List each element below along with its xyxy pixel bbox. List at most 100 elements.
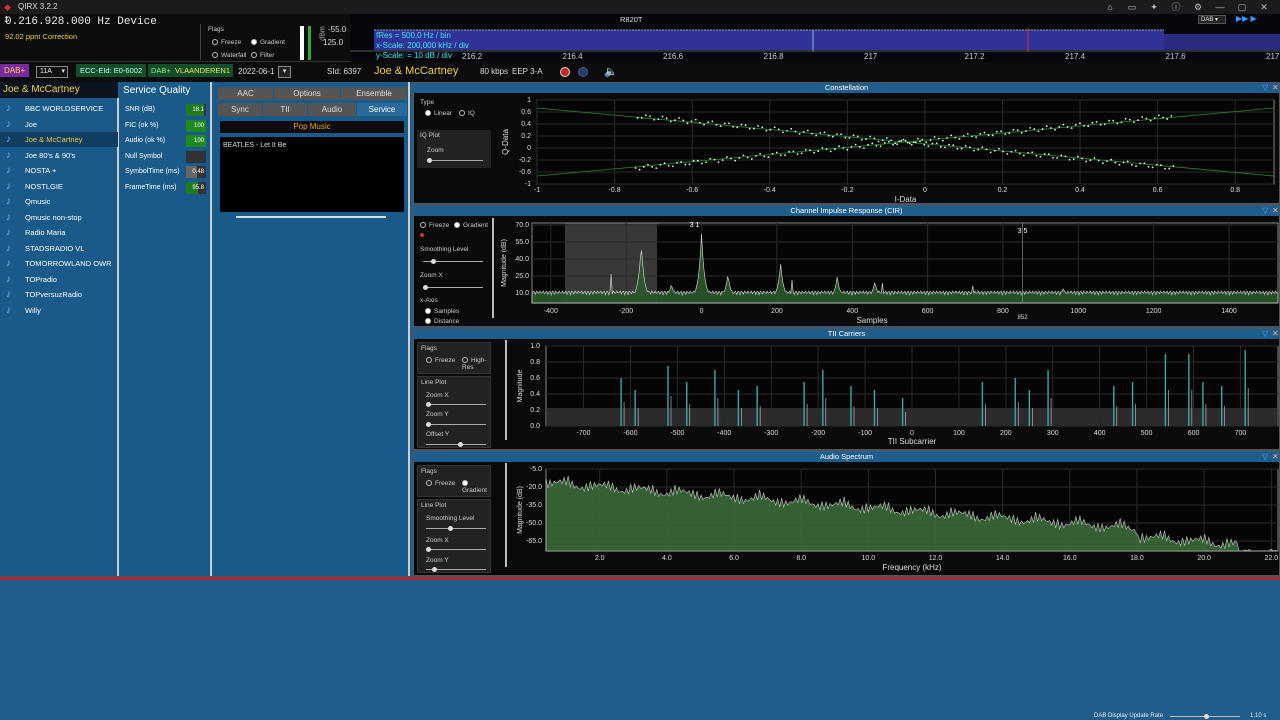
iq-point: [941, 139, 944, 142]
settings-gear-icon[interactable]: ⚙: [1192, 2, 1204, 12]
close-panel-icon[interactable]: ✕: [1272, 329, 1280, 339]
date-dropdown[interactable]: ▾: [278, 66, 291, 78]
iq-point: [1141, 116, 1144, 118]
zoom-y-slider[interactable]: [426, 422, 486, 427]
service-item[interactable]: ♪ TOPversuzRadio: [0, 287, 118, 302]
waterfall-option[interactable]: Waterfall: [212, 52, 246, 59]
iq-point: [707, 121, 710, 124]
iq-point: [1074, 123, 1077, 126]
update-rate-slider[interactable]: [1170, 714, 1240, 719]
y-tick: -20.0: [526, 484, 542, 491]
collapse-icon[interactable]: ▽: [1262, 206, 1270, 216]
service-item[interactable]: ♪ Joe 80's & 90's: [0, 148, 118, 163]
tab-aac[interactable]: AAC: [218, 87, 273, 100]
service-label: Joe: [25, 119, 38, 129]
satellite-icon[interactable]: ✦: [1148, 2, 1160, 12]
service-item[interactable]: ♪ NOSTLGIE: [0, 179, 118, 194]
band-select[interactable]: DAB ▾: [1198, 15, 1226, 24]
iq-point: [1043, 153, 1046, 155]
iq-point: [998, 147, 1000, 150]
level-slider[interactable]: [300, 26, 304, 60]
close-icon[interactable]: ✕: [1258, 2, 1270, 12]
record-button[interactable]: [560, 67, 570, 77]
smoothing-slider[interactable]: [423, 259, 483, 264]
collapse-icon[interactable]: ▽: [1262, 452, 1270, 462]
channel-select[interactable]: 11A ▾: [36, 66, 68, 78]
iq-point: [1016, 129, 1019, 132]
tab-tii[interactable]: TII: [263, 103, 307, 116]
freeze-option[interactable]: Freeze: [426, 357, 455, 364]
gradient-option[interactable]: Gradient: [251, 39, 285, 46]
service-item[interactable]: ♪ Willy: [0, 303, 118, 318]
tab-sync[interactable]: Sync: [218, 103, 262, 116]
samples-option[interactable]: Samples: [425, 308, 459, 315]
maximize-icon[interactable]: ▢: [1236, 2, 1248, 12]
zoom-x-slider[interactable]: [426, 547, 486, 552]
linear-option[interactable]: Linear: [425, 110, 452, 117]
close-panel-icon[interactable]: ✕: [1272, 452, 1280, 462]
service-item[interactable]: ♪ Joe & McCartney: [0, 132, 118, 147]
zoom-y-slider[interactable]: [426, 567, 486, 572]
high-res-option[interactable]: High-Res: [462, 357, 490, 371]
speaker-icon[interactable]: 🔈: [604, 65, 618, 78]
service-item[interactable]: ♪ Radio Maria: [0, 225, 118, 240]
stop-button[interactable]: [578, 67, 588, 77]
freeze-option[interactable]: Freeze: [212, 39, 241, 46]
service-item[interactable]: ♪ Qmusic non-stop: [0, 210, 118, 225]
x-tick: 0.4: [1075, 187, 1085, 194]
collapse-icon[interactable]: ▽: [1262, 83, 1270, 93]
service-item[interactable]: ♪ Qmusic: [0, 194, 118, 209]
music-note-icon: ♪: [6, 211, 11, 223]
play-icon[interactable]: ▶▶ ▶: [1236, 14, 1257, 23]
spectrum-plot[interactable]: fRes = 500,0 Hz / bin x-Scale: 200,000 k…: [350, 14, 1280, 62]
smoothing-slider[interactable]: [426, 526, 486, 531]
zoom-x-slider[interactable]: [426, 402, 486, 407]
y-tick: 10.0: [515, 290, 529, 297]
service-item[interactable]: ♪ Joe: [0, 117, 118, 132]
minimize-icon[interactable]: —: [1214, 2, 1226, 12]
iq-point: [692, 159, 695, 162]
service-item[interactable]: ♪ BBC WORLDSERVICE: [0, 101, 118, 116]
offset-y-slider[interactable]: [426, 442, 486, 447]
gradient-option[interactable]: Gradient: [454, 222, 488, 229]
iq-point: [954, 136, 957, 139]
map-icon[interactable]: ▭: [1126, 2, 1138, 12]
tab-audio[interactable]: Audio: [308, 103, 356, 116]
device-title: R820T: [620, 15, 643, 24]
home-icon[interactable]: ⌂: [1104, 2, 1116, 12]
filter-option[interactable]: Filter: [251, 52, 274, 59]
iq-point: [784, 154, 786, 157]
gradient-option[interactable]: Gradient: [462, 480, 490, 494]
iq-point: [738, 157, 741, 159]
freeze-option[interactable]: Freeze: [420, 222, 449, 229]
zoom-slider[interactable]: [427, 158, 483, 163]
music-note-icon: ♪: [6, 242, 11, 254]
zoom-x-slider[interactable]: [423, 285, 483, 290]
quality-label: FIC (ok %): [125, 121, 159, 129]
collapse-icon[interactable]: ▽: [1262, 329, 1270, 339]
service-item[interactable]: ♪ NOSTA +: [0, 163, 118, 178]
iq-point: [1145, 117, 1148, 120]
close-panel-icon[interactable]: ✕: [1272, 83, 1280, 93]
y-tick: 0.0: [530, 423, 540, 430]
close-panel-icon[interactable]: ✕: [1272, 206, 1280, 216]
iq-point: [1155, 163, 1158, 166]
y-tick: -65.0: [526, 538, 542, 545]
service-list-title: Joe & McCartney: [0, 82, 118, 98]
freeze-option[interactable]: Freeze: [426, 480, 455, 487]
iq-point: [1091, 121, 1094, 124]
date-field[interactable]: 2022-06-1: [238, 67, 274, 76]
iq-point: [958, 138, 961, 140]
frequency-display[interactable]: 0.216.928.000 Hz Device: [5, 16, 157, 28]
service-item[interactable]: ♪ TOPradio: [0, 272, 118, 287]
iq-option[interactable]: IQ: [459, 110, 475, 117]
distance-option[interactable]: Distance: [425, 318, 459, 325]
tab-service[interactable]: Service: [357, 103, 407, 116]
info-icon[interactable]: ⓘ: [1170, 2, 1182, 12]
tab-options[interactable]: Options: [274, 87, 340, 100]
iq-point: [1014, 149, 1017, 152]
tab-ensemble[interactable]: Ensemble: [341, 87, 407, 100]
service-item[interactable]: ♪ TOMORROWLAND OWR: [0, 256, 118, 271]
y-axis-label: Magnitude: [517, 370, 524, 403]
service-item[interactable]: ♪ STADSRADIO VL: [0, 241, 118, 256]
